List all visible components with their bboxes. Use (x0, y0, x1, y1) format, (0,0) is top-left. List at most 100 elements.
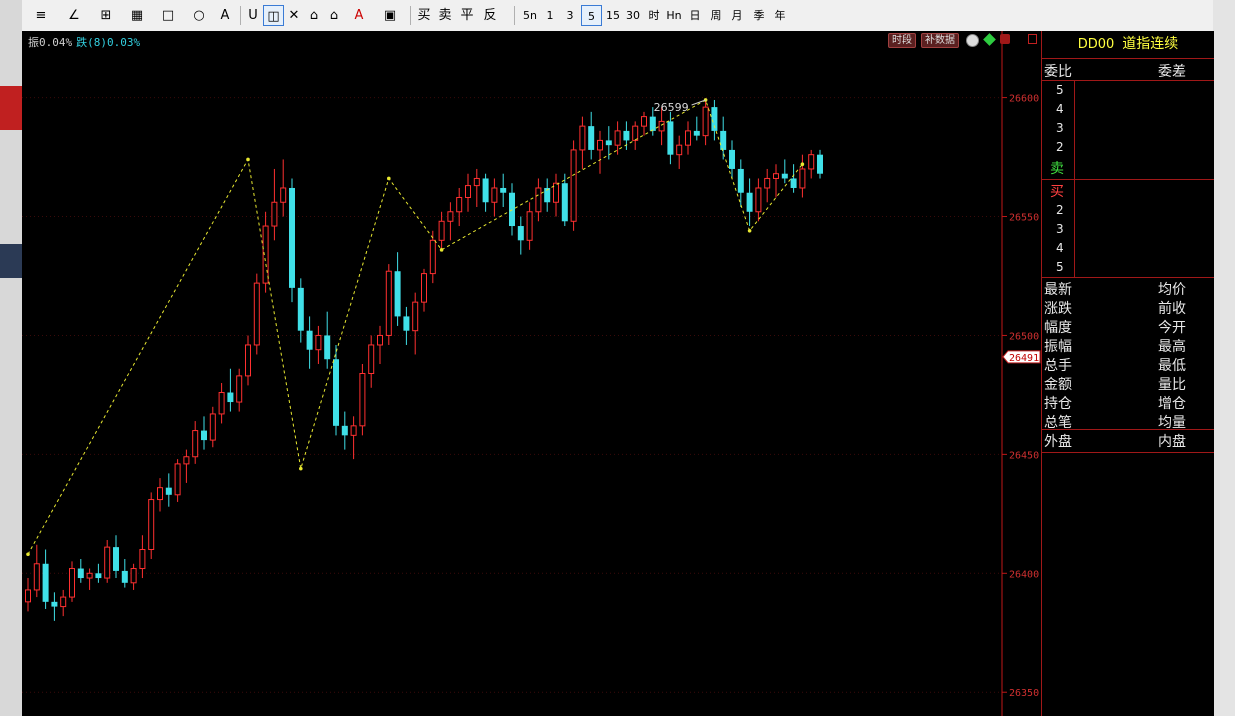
candle-body-up (764, 177, 771, 189)
reverse-button[interactable]: 反 (479, 5, 501, 26)
candle-body-down (623, 130, 630, 141)
candle-body-down (737, 168, 744, 193)
candle-body-up (473, 177, 480, 187)
zigzag-point (26, 552, 30, 557)
candle-body-up (218, 392, 225, 415)
price-tick-label: 26550 (1009, 213, 1039, 224)
zigzag-point (299, 466, 303, 471)
candle-body-up (157, 487, 163, 501)
candle-body-up (280, 187, 287, 203)
candle-body-up (174, 463, 181, 496)
stat-label-left: 金额 (1044, 377, 1072, 393)
zigzag-point (800, 162, 805, 166)
ask-level-5: 5 (1056, 83, 1064, 97)
price-tick-label: 26450 (1009, 450, 1039, 461)
candle-body-up (104, 546, 111, 579)
candle-body-up (597, 139, 603, 151)
trash-tool-button[interactable]: ⌂ (305, 5, 323, 26)
stat-label-right: 最高 (1158, 339, 1186, 355)
candle-body-down (333, 359, 339, 426)
candle-body-up (139, 549, 146, 570)
period-1[interactable]: 1 (543, 5, 557, 26)
period-chip-button[interactable]: 时段 (888, 33, 916, 48)
trading-window: ≡ ∠ ⊞ ▦ □ ○ A U ◫ ✕ ⌂ ⌂ A ▣ 买 卖 平 反 5n 1… (0, 0, 1235, 716)
period-week[interactable]: 周 (707, 5, 725, 26)
period-5[interactable]: 5 (581, 5, 602, 26)
period-hour[interactable]: 时 (645, 5, 663, 26)
candle-body-down (394, 271, 401, 317)
zigzag-point (387, 176, 391, 181)
delete-tool-button[interactable]: ✕ (285, 5, 303, 26)
stat-label-left: 振幅 (1044, 339, 1072, 355)
candle-body-down (693, 130, 700, 136)
ask-level-3: 3 (1056, 121, 1064, 135)
candle-body-up (570, 149, 577, 222)
hash-tool-button[interactable]: ▦ (123, 5, 151, 26)
candle-body-up (315, 334, 322, 351)
period-3[interactable]: 3 (563, 5, 577, 26)
candle-body-up (245, 344, 251, 377)
period-30[interactable]: 30 (623, 5, 643, 26)
instrument-name: 道指连续 (1122, 36, 1179, 52)
period-5n[interactable]: 5n (520, 5, 540, 26)
red-marker-icon (1000, 34, 1010, 44)
candle-body-down (561, 183, 568, 222)
price-tick-label: 26350 (1009, 688, 1039, 699)
sell-button[interactable]: 卖 (436, 5, 454, 26)
candle-body-up (385, 270, 392, 336)
candle-body-up (271, 201, 278, 227)
clock-icon[interactable] (966, 34, 979, 47)
text-tool-button[interactable]: A (216, 5, 234, 26)
period-hn[interactable]: Hn (665, 5, 683, 26)
candle-body-up (456, 196, 463, 213)
candle-body-up (658, 120, 665, 132)
period-quarter[interactable]: 季 (750, 5, 768, 26)
period-day[interactable]: 日 (686, 5, 704, 26)
candle-body-down (729, 149, 735, 169)
candle-body-down (51, 601, 58, 607)
kline-chart[interactable]: 26600 26550 26500 26450 26400 26350 26491 26599… (22, 31, 1041, 716)
flat-button[interactable]: 平 (458, 5, 476, 26)
change-text: 跌(8)0.03% (76, 36, 141, 49)
current-price-label: 26491 (1009, 353, 1039, 364)
period-month[interactable]: 月 (728, 5, 746, 26)
lock-tool-button[interactable]: ⌂ (325, 5, 343, 26)
rectangle-tool-button[interactable]: □ (154, 5, 182, 26)
candle-body-down (95, 573, 102, 579)
copy-tool-button[interactable]: ◫ (263, 5, 284, 26)
chart-info-bar: 振0.04% 跌(8)0.03% (28, 34, 140, 50)
candle-body-down (341, 425, 348, 436)
candle-body-up (25, 589, 31, 603)
candle-body-down (297, 287, 304, 331)
ellipse-tool-button[interactable]: ○ (185, 5, 213, 26)
candle-body-up (86, 572, 93, 579)
candle-body-up (702, 106, 709, 137)
candle-body-down (165, 487, 172, 495)
peak-price-label: 26599 (654, 101, 689, 114)
period-year[interactable]: 年 (771, 5, 789, 26)
line-tool-button[interactable]: ≡ (26, 5, 56, 26)
angle-tool-button[interactable]: ∠ (60, 5, 88, 26)
magnet-tool-button[interactable]: U (244, 5, 262, 26)
candle-body-down (781, 173, 788, 179)
stat-label-right: 量比 (1158, 377, 1186, 393)
period-15[interactable]: 15 (604, 5, 622, 26)
maximize-icon[interactable] (1028, 34, 1037, 44)
candle-body-down (324, 335, 331, 360)
candle-body-up (491, 187, 498, 203)
save-tool-button[interactable]: ▣ (377, 5, 403, 26)
buy-label: 买 (1050, 184, 1064, 200)
buy-button[interactable]: 买 (415, 5, 433, 26)
candle-body-up (465, 185, 471, 198)
supplement-data-button[interactable]: 补数据 (921, 33, 959, 48)
sell-label: 卖 (1050, 161, 1064, 177)
bid-level-3: 3 (1056, 222, 1064, 236)
stat-label-right: 最低 (1158, 358, 1186, 374)
candle-body-up (192, 430, 199, 458)
candle-body-down (227, 392, 234, 403)
candle-body-up (526, 211, 533, 241)
bid-level-2: 2 (1056, 203, 1064, 217)
grid-tool-button[interactable]: ⊞ (92, 5, 120, 26)
text-color-button[interactable]: A (347, 5, 371, 26)
candle-body-up (553, 182, 559, 203)
